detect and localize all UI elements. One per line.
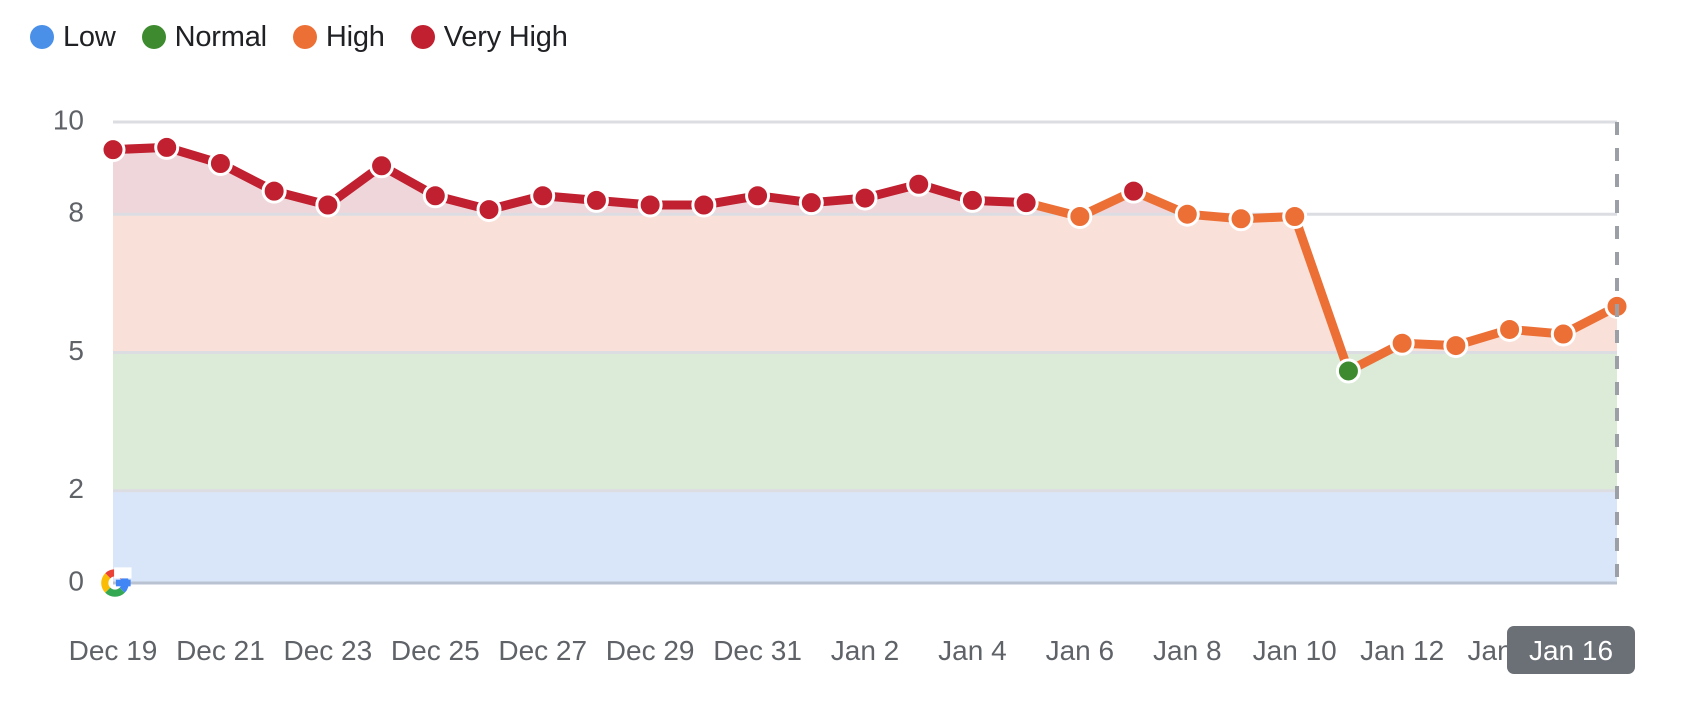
google-g-logo[interactable] xyxy=(101,567,132,597)
data-point[interactable] xyxy=(1067,204,1093,230)
data-point[interactable] xyxy=(583,187,609,213)
y-tick-label: 8 xyxy=(68,197,84,228)
x-tick-label: Dec 21 xyxy=(176,635,265,666)
x-tick-label: Dec 25 xyxy=(391,635,480,666)
x-tick-label-highlighted: Jan 16 xyxy=(1529,635,1613,666)
data-point[interactable] xyxy=(315,192,341,218)
x-tick-label: Jan 10 xyxy=(1253,635,1337,666)
data-point[interactable] xyxy=(906,171,932,197)
x-tick-label: Dec 27 xyxy=(498,635,587,666)
data-point[interactable] xyxy=(154,134,180,160)
data-point[interactable] xyxy=(798,190,824,216)
data-point[interactable] xyxy=(1550,321,1576,347)
x-tick-label: Jan 12 xyxy=(1360,635,1444,666)
band-normal-full xyxy=(113,352,1617,491)
data-point[interactable] xyxy=(1389,330,1415,356)
data-point[interactable] xyxy=(1443,333,1469,359)
g-logo-notch xyxy=(114,567,132,579)
data-point[interactable] xyxy=(422,183,448,209)
data-point[interactable] xyxy=(476,197,502,223)
x-tick-label: Jan 8 xyxy=(1153,635,1222,666)
x-tick-label: Dec 29 xyxy=(606,635,695,666)
y-axis-ticks: 10 8 5 2 0 xyxy=(53,104,84,596)
data-point[interactable] xyxy=(745,183,771,209)
x-tick-label: Dec 23 xyxy=(283,635,372,666)
data-point[interactable] xyxy=(100,137,126,163)
y-tick-label: 2 xyxy=(68,473,84,504)
data-point[interactable] xyxy=(959,187,985,213)
data-point[interactable] xyxy=(1282,204,1308,230)
chart-container: 10 8 5 2 0 Dec 19 Dec 21 Dec 23 Dec 25 Dec 27 Dec … xyxy=(0,0,1690,716)
data-point[interactable] xyxy=(852,185,878,211)
data-point[interactable] xyxy=(207,150,233,176)
x-tick-label: Jan 6 xyxy=(1046,635,1115,666)
data-point[interactable] xyxy=(261,178,287,204)
x-tick-label: Jan 4 xyxy=(938,635,1007,666)
data-point[interactable] xyxy=(1013,190,1039,216)
g-logo-bar xyxy=(115,579,131,587)
data-point[interactable] xyxy=(1228,206,1254,232)
data-point[interactable] xyxy=(1497,316,1523,342)
data-point[interactable] xyxy=(1335,358,1361,384)
chart-page: Low Normal High Very High 10 8 5 2 0 Dec 19 Dec 2… xyxy=(0,0,1690,716)
data-point[interactable] xyxy=(369,153,395,179)
data-point[interactable] xyxy=(530,183,556,209)
data-point[interactable] xyxy=(1174,201,1200,227)
data-point[interactable] xyxy=(1121,178,1147,204)
data-point[interactable] xyxy=(691,192,717,218)
y-tick-label: 5 xyxy=(68,335,84,366)
data-point[interactable] xyxy=(637,192,663,218)
x-tick-label: Jan 2 xyxy=(831,635,900,666)
x-tick-label: Dec 31 xyxy=(713,635,802,666)
y-tick-label: 0 xyxy=(68,565,84,596)
band-low-full xyxy=(113,490,1617,583)
y-tick-label: 10 xyxy=(53,104,84,135)
x-tick-label: Dec 19 xyxy=(69,635,158,666)
x-axis-ticks: Dec 19 Dec 21 Dec 23 Dec 25 Dec 27 Dec 29 Dec … xyxy=(69,626,1635,674)
